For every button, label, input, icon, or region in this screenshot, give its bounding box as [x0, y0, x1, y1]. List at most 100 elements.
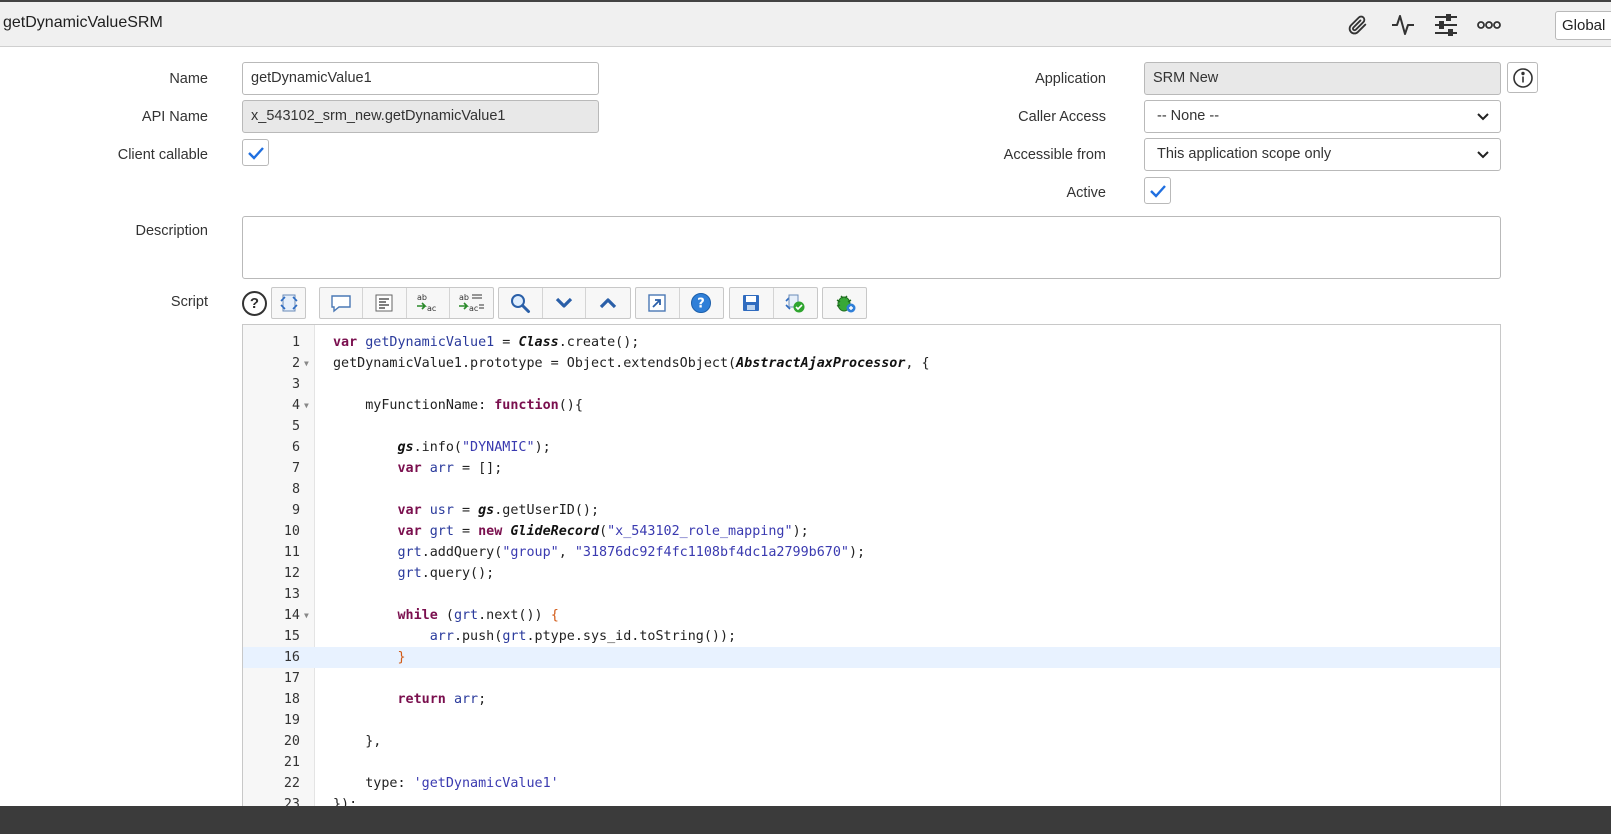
line-number: 7 [291, 461, 300, 476]
fold-arrow-icon[interactable]: ▼ [304, 605, 309, 626]
code-text: var grt = new GlideRecord("x_543102_role… [397, 524, 809, 539]
line-number: 21 [283, 755, 300, 770]
code-line[interactable]: 8 [243, 479, 1500, 500]
line-number: 10 [283, 524, 300, 539]
help-icon[interactable]: ? [680, 288, 724, 318]
toolbar-group-debug [822, 287, 867, 319]
code-line[interactable]: 9 var usr = gs.getUserID(); [243, 500, 1500, 521]
accessible-from-select[interactable]: This application scope only [1144, 138, 1501, 171]
active-label: Active [1066, 185, 1107, 201]
application-field: SRM New [1144, 62, 1501, 95]
fullscreen-icon[interactable] [636, 288, 680, 318]
accessible-from-label: Accessible from [1003, 147, 1106, 163]
comment-icon[interactable] [320, 288, 364, 318]
code-line[interactable]: 11 grt.addQuery("group", "31876dc92f4fc1… [243, 542, 1500, 563]
line-number: 19 [283, 713, 300, 728]
description-label: Description [135, 223, 208, 239]
line-number: 18 [283, 692, 300, 707]
code-line[interactable]: 3 [243, 374, 1500, 395]
code-text: arr.push(grt.ptype.sys_id.toString()); [429, 629, 737, 644]
line-number: 9 [291, 503, 300, 518]
line-number: 11 [283, 545, 300, 560]
checkmark-icon [247, 146, 264, 160]
code-line[interactable]: 7 var arr = []; [243, 458, 1500, 479]
line-number: 22 [283, 776, 300, 791]
script-editor[interactable]: 1 var getDynamicValue1 = Class.create(); 2… [242, 324, 1501, 824]
save-icon[interactable] [730, 288, 774, 318]
code-line[interactable]: 2 ▼ getDynamicValue1.prototype = Object.ex… [243, 353, 1500, 374]
format-icon[interactable] [363, 288, 407, 318]
toolbar-group-edit: ab ac ab ac [319, 287, 494, 319]
sliders-icon[interactable] [1432, 11, 1460, 39]
code-line[interactable]: 22 type: 'getDynamicValue1' [243, 773, 1500, 794]
code-text: return arr; [397, 692, 487, 707]
bottom-bar [0, 806, 1611, 834]
find-next-icon[interactable] [543, 288, 587, 318]
active-checkbox[interactable] [1144, 177, 1171, 204]
code-line[interactable]: 12 grt.query(); [243, 563, 1500, 584]
code-text: var getDynamicValue1 = Class.create(); [333, 335, 640, 350]
script-help-icon[interactable]: ? [242, 291, 267, 316]
description-textarea[interactable] [242, 216, 1501, 279]
code-text: grt.query(); [397, 566, 495, 581]
code-line[interactable]: 14 ▼ while (grt.next()) { [243, 605, 1500, 626]
svg-text:ac: ac [469, 304, 478, 313]
line-number: 2 [291, 356, 300, 371]
svg-text:ac: ac [427, 304, 436, 313]
code-line[interactable]: 21 [243, 752, 1500, 773]
line-number: 16 [283, 650, 300, 665]
chevron-down-icon [1477, 151, 1489, 159]
fold-arrow-icon[interactable]: ▼ [304, 395, 309, 416]
code-line[interactable]: 19 [243, 710, 1500, 731]
toolbar-group-save [729, 287, 818, 319]
line-number: 6 [291, 440, 300, 455]
code-text: }, [333, 734, 382, 749]
code-line[interactable]: 15 arr.push(grt.ptype.sys_id.toString())… [243, 626, 1500, 647]
code-line[interactable]: 20 }, [243, 731, 1500, 752]
line-number: 5 [291, 419, 300, 434]
code-line[interactable]: 17 [243, 668, 1500, 689]
name-field[interactable]: getDynamicValue1 [242, 62, 599, 95]
code-line[interactable]: 16 } [243, 647, 1500, 668]
checkmark-icon [1149, 184, 1166, 198]
info-icon[interactable] [1507, 62, 1538, 93]
accessible-from-value: This application scope only [1157, 146, 1332, 162]
toolbar-group-view: ? [635, 287, 724, 319]
code-line[interactable]: 13 [243, 584, 1500, 605]
replace-all-icon[interactable]: ab ac [450, 288, 493, 318]
line-number: 14 [283, 608, 300, 623]
line-number: 13 [283, 587, 300, 602]
client-callable-checkbox[interactable] [242, 139, 269, 166]
api-name-label: API Name [141, 109, 208, 125]
replace-icon[interactable]: ab ac [407, 288, 450, 318]
find-previous-icon[interactable] [586, 288, 630, 318]
code-line[interactable]: 5 [243, 416, 1500, 437]
code-line[interactable]: 4 ▼ myFunctionName: function(){ [243, 395, 1500, 416]
scope-button[interactable]: Global [1555, 11, 1611, 40]
code-text: var arr = []; [397, 461, 503, 476]
fold-arrow-icon[interactable]: ▼ [304, 353, 309, 374]
code-line[interactable]: 6 gs.info("DYNAMIC"); [243, 437, 1500, 458]
paperclip-icon[interactable] [1344, 11, 1372, 39]
activity-icon[interactable] [1389, 11, 1417, 39]
search-icon[interactable] [499, 288, 543, 318]
code-text: myFunctionName: function(){ [333, 398, 583, 413]
code-line[interactable]: 1 var getDynamicValue1 = Class.create(); [243, 332, 1500, 353]
script-label: Script [170, 294, 208, 310]
code-text: grt.addQuery("group", "31876dc92f4fc1108… [397, 545, 866, 560]
code-line[interactable]: 18 return arr; [243, 689, 1500, 710]
script-check-icon[interactable] [774, 288, 818, 318]
code-text: } [397, 650, 406, 665]
code-line[interactable]: 10 var grt = new GlideRecord("x_543102_r… [243, 521, 1500, 542]
api-name-field: x_543102_srm_new.getDynamicValue1 [242, 100, 599, 133]
more-icon[interactable] [1475, 11, 1503, 39]
caller-access-select[interactable]: -- None -- [1144, 100, 1501, 133]
name-label: Name [169, 71, 208, 87]
svg-text:ab: ab [417, 293, 427, 302]
line-number: 20 [283, 734, 300, 749]
page-title: getDynamicValueSRM [3, 14, 163, 31]
format-code-icon[interactable] [272, 288, 305, 318]
debug-icon[interactable] [823, 288, 866, 318]
line-number: 8 [291, 482, 300, 497]
code-text: getDynamicValue1.prototype = Object.exte… [333, 356, 930, 371]
